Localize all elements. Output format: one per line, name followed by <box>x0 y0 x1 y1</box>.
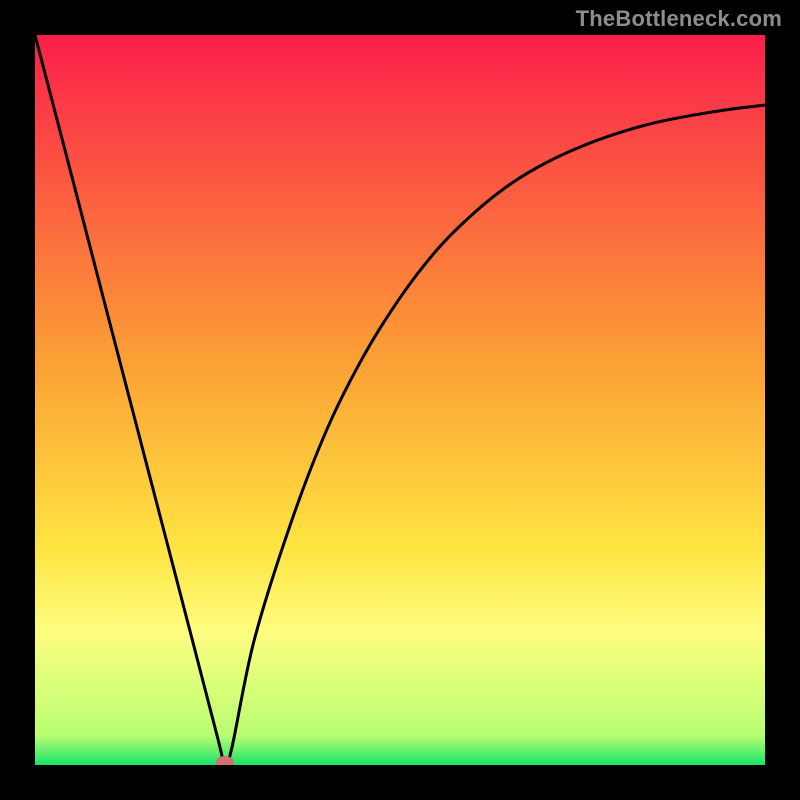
watermark-label: TheBottleneck.com <box>576 6 782 32</box>
chart-plot <box>35 35 765 765</box>
chart-frame: TheBottleneck.com <box>0 0 800 800</box>
gradient-background <box>35 35 765 765</box>
